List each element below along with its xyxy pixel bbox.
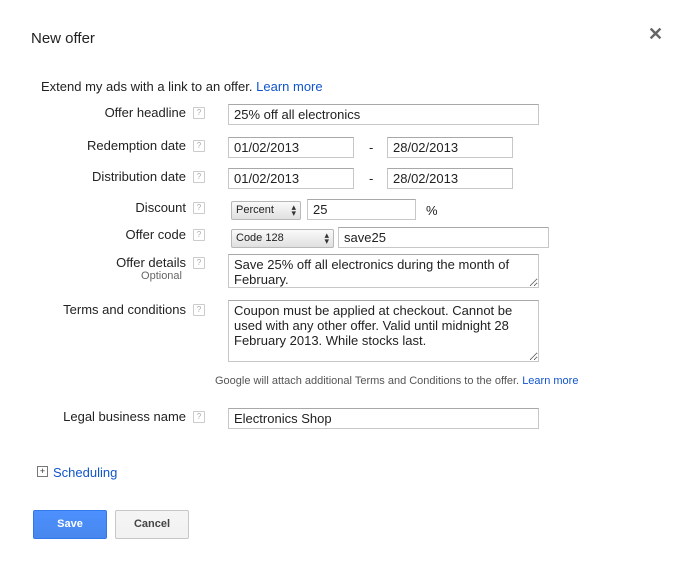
date-separator: - (369, 171, 374, 186)
discount-value-input[interactable] (307, 199, 416, 220)
help-icon[interactable]: ? (193, 140, 205, 152)
distribution-end-input[interactable] (387, 168, 513, 189)
date-separator: - (369, 140, 374, 155)
discount-type-select[interactable]: Percent ▴ ▾ (231, 201, 301, 220)
intro-text: Extend my ads with a link to an offer. L… (41, 79, 323, 94)
terms-textarea[interactable]: Coupon must be applied at checkout. Cann… (228, 300, 539, 362)
headline-input[interactable] (228, 104, 539, 125)
help-icon[interactable]: ? (193, 171, 205, 183)
learn-more-link[interactable]: Learn more (256, 79, 322, 94)
help-icon[interactable]: ? (193, 304, 205, 316)
redemption-start-input[interactable] (228, 137, 354, 158)
terms-learn-more-link[interactable]: Learn more (522, 375, 578, 387)
business-name-label: Legal business name (63, 409, 186, 424)
code-type-select[interactable]: Code 128 ▴ ▾ (231, 229, 334, 248)
help-icon[interactable]: ? (193, 257, 205, 269)
help-icon[interactable]: ? (193, 411, 205, 423)
distribution-label: Distribution date (92, 169, 186, 184)
optional-label: Optional (141, 270, 182, 282)
percent-unit: % (426, 203, 438, 218)
dialog-title: New offer (31, 30, 95, 47)
updown-arrow-icon: ▴ ▾ (324, 230, 329, 246)
redemption-end-input[interactable] (387, 137, 513, 158)
terms-label: Terms and conditions (63, 302, 186, 317)
help-icon[interactable]: ? (193, 229, 205, 241)
save-button[interactable]: Save (33, 510, 107, 539)
intro-label: Extend my ads with a link to an offer. (41, 79, 253, 94)
terms-note-text: Google will attach additional Terms and … (215, 375, 520, 387)
scheduling-link[interactable]: Scheduling (53, 465, 117, 480)
offer-details-textarea[interactable]: Save 25% off all electronics during the … (228, 254, 539, 288)
redemption-label: Redemption date (86, 138, 186, 153)
discount-type-value: Percent (236, 204, 274, 216)
business-name-input[interactable] (228, 408, 539, 429)
close-icon[interactable]: ✕ (648, 25, 663, 43)
offer-code-label: Offer code (125, 227, 186, 242)
updown-arrow-icon: ▴ ▾ (291, 202, 296, 218)
distribution-start-input[interactable] (228, 168, 354, 189)
offer-details-label: Offer details (116, 255, 186, 270)
offer-code-input[interactable] (338, 227, 549, 248)
help-icon[interactable]: ? (193, 202, 205, 214)
cancel-button[interactable]: Cancel (115, 510, 189, 539)
headline-label: Offer headline (104, 105, 186, 120)
code-type-value: Code 128 (236, 232, 284, 244)
terms-note: Google will attach additional Terms and … (215, 375, 578, 387)
discount-label: Discount (135, 200, 186, 215)
help-icon[interactable]: ? (193, 107, 205, 119)
expand-icon[interactable]: + (37, 466, 48, 477)
